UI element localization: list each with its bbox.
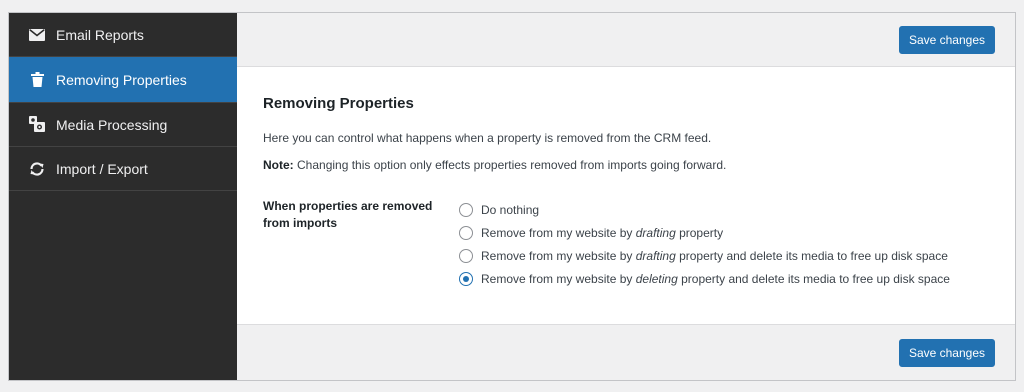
sidebar-item-label: Import / Export: [56, 160, 148, 177]
section-description: Here you can control what happens when a…: [263, 131, 712, 145]
sidebar-item-removing-properties[interactable]: Removing Properties: [9, 57, 237, 103]
radio-button[interactable]: [459, 202, 473, 217]
radio-button[interactable]: [459, 225, 473, 240]
note-text: Changing this option only effects proper…: [293, 158, 727, 172]
sidebar-item-label: Email Reports: [56, 26, 144, 43]
save-button-bottom[interactable]: Save changes: [898, 338, 995, 367]
setting-label: When properties are removed from imports: [263, 199, 433, 230]
sidebar-item-email-reports[interactable]: Email Reports: [9, 13, 237, 57]
radio-button[interactable]: [459, 248, 473, 263]
removal-options: Do nothing Remove from my website by dra…: [459, 198, 950, 290]
sidebar: Email Reports Removing Properties Media …: [9, 13, 237, 380]
option-text: Remove from my website by deleting prope…: [481, 271, 950, 286]
option-delete-and-delete-media[interactable]: Remove from my website by deleting prope…: [459, 267, 950, 290]
media-icon: [28, 116, 46, 134]
section-note: Note: Changing this option only effects …: [263, 158, 989, 172]
option-draft-property[interactable]: Remove from my website by drafting prope…: [459, 221, 950, 244]
sidebar-item-label: Media Processing: [56, 116, 168, 133]
settings-panel: Email Reports Removing Properties Media …: [8, 12, 1016, 381]
option-draft-and-delete-media[interactable]: Remove from my website by drafting prope…: [459, 244, 950, 267]
section-title: Removing Properties: [263, 95, 414, 112]
main-area: Save changes Removing Properties Here yo…: [237, 13, 1015, 380]
save-button-top[interactable]: Save changes: [898, 25, 995, 54]
note-label: Note:: [263, 158, 294, 172]
sync-icon: [28, 160, 46, 178]
removal-setting-row: When properties are removed from imports…: [263, 198, 989, 290]
top-toolbar: Save changes: [237, 13, 1015, 67]
envelope-icon: [28, 26, 46, 44]
option-text: Remove from my website by drafting prope…: [481, 248, 948, 263]
radio-button[interactable]: [459, 271, 473, 286]
sidebar-item-import-export[interactable]: Import / Export: [9, 147, 237, 191]
settings-content: Removing Properties Here you can control…: [237, 67, 1015, 324]
option-text: Do nothing: [481, 202, 540, 217]
option-text: Remove from my website by drafting prope…: [481, 225, 724, 240]
option-do-nothing[interactable]: Do nothing: [459, 198, 950, 221]
bottom-toolbar: Save changes: [237, 324, 1015, 380]
sidebar-item-media-processing[interactable]: Media Processing: [9, 103, 237, 147]
sidebar-item-label: Removing Properties: [56, 71, 187, 88]
trash-icon: [28, 71, 46, 89]
